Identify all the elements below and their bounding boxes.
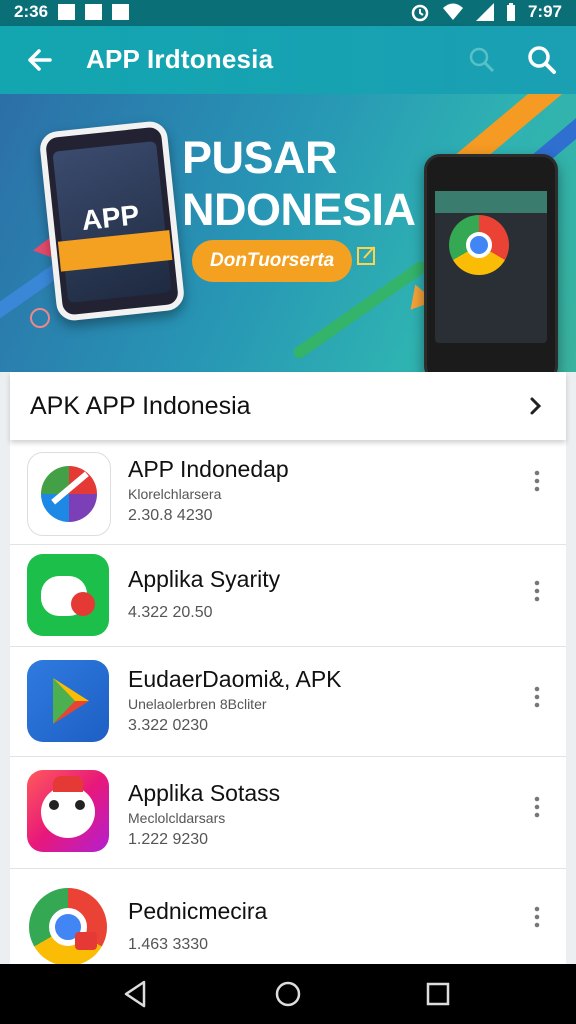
banner-headline-line1: PUSAR [182,132,338,183]
green-chat-icon [27,554,109,636]
app-version: 1.463 3330 [128,936,209,953]
battery-icon [506,3,515,21]
app-list-item[interactable]: Applika Sotass Meclolcldarsars 1.222 923… [10,756,566,869]
app-list-item[interactable]: Applika Syarity 4.322 20.50 [10,544,566,647]
play-store-icon [27,660,109,742]
more-vert-icon[interactable] [534,686,540,708]
edit-icon [357,246,375,265]
app-version: 3.322 0230 [128,717,209,734]
banner-headline: PUSAR NDONESIA [182,132,416,236]
back-arrow-icon[interactable] [22,42,58,78]
app-version: 1.222 9230 [128,831,209,848]
wifi-icon [442,3,463,20]
search-icon[interactable] [524,42,560,78]
system-nav-bar [0,964,576,1024]
pinwheel-icon [27,452,111,536]
more-vert-icon[interactable] [534,906,540,928]
app-list-card: APK APP Indonesia APP Indonedap Klorelch… [10,372,566,968]
app-version: 4.322 20.50 [128,604,213,621]
decor-circle [30,308,50,328]
nav-back-icon[interactable] [120,978,152,1010]
app-version: 2.30.8 4230 [128,507,213,524]
app-name: APP Indonedap [128,456,289,482]
nav-recents-icon[interactable] [422,978,454,1010]
app-subtitle: Meclolcldarsars [128,810,226,826]
app-list-item[interactable]: Pednicmecira 1.463 3330 [10,868,566,968]
app-name: Applika Sotass [128,780,281,806]
phone-app-word: APP [80,199,141,237]
faded-search-icon [469,47,495,73]
mail-notification-icon [85,4,103,20]
app-name: Applika Syarity [128,566,281,592]
phone-illustration-left: APP [38,119,186,323]
app-subtitle: Unelaolerbren 8Bcliter [128,696,267,712]
more-vert-icon[interactable] [534,470,540,492]
app-subtitle: Klorelchlarsera [128,486,222,502]
status-bar: 2:36 7:97 [0,0,576,26]
phone-illustration-right [424,154,558,372]
chrome-logo-icon [449,215,509,275]
promo-banner[interactable]: APP PUSAR NDONESIA DonTuorserta [0,94,576,372]
app-list-item[interactable]: EudaerDaomi&, APK Unelaolerbren 8Bcliter… [10,646,566,757]
app-name: EudaerDaomi&, APK [128,666,342,692]
banner-headline-line2: NDONESIA [182,184,416,235]
status-time-left: 2:36 [14,2,49,21]
chrome-icon [27,886,109,968]
banner-pill: DonTuorserta [192,240,353,282]
mascot-face-icon [27,770,109,852]
section-title: APK APP Indonesia [30,392,251,420]
nav-home-icon[interactable] [272,978,304,1010]
app-list-item[interactable]: APP Indonedap Klorelchlarsera 2.30.8 423… [10,440,566,545]
flag-notification-icon [112,4,130,20]
image-notification-icon [58,4,76,20]
app-bar: APP Irdtonesia [0,26,576,94]
more-vert-icon[interactable] [534,796,540,818]
section-header[interactable]: APK APP Indonesia [10,372,566,440]
app-bar-title: APP Irdtonesia [86,44,274,74]
signal-icon [475,3,494,21]
app-name: Pednicmecira [128,898,268,924]
chevron-right-icon[interactable] [526,394,546,418]
more-vert-icon[interactable] [534,580,540,602]
status-time-right: 7:97 [527,2,562,21]
alarm-icon [411,4,429,22]
